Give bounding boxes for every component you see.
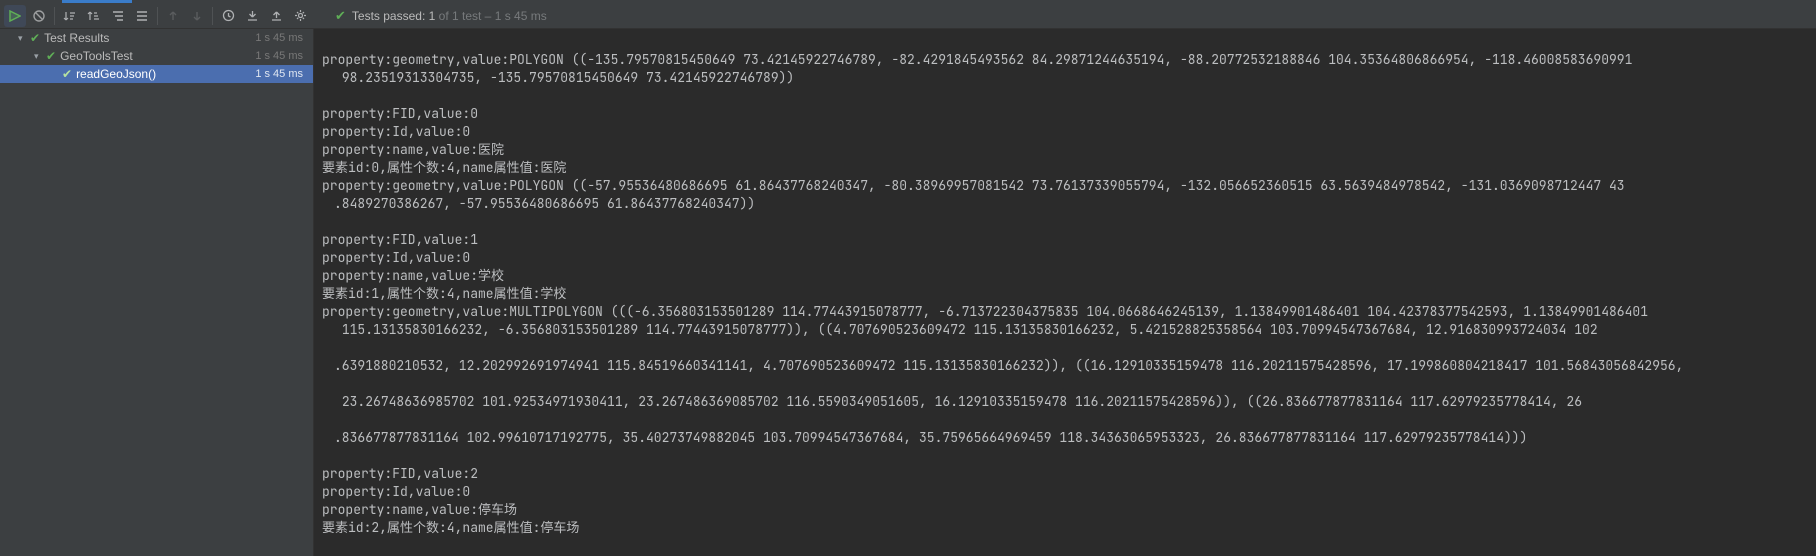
collapse-all-button[interactable] [131, 5, 153, 27]
console-line: property:geometry,value:MULTIPOLYGON (((… [322, 303, 1648, 320]
check-icon: ✔ [335, 8, 346, 24]
status-mid: of 1 test – [439, 9, 492, 23]
console-line: property:name,value:医院 [322, 141, 504, 158]
console-line: property:Id,value:0 [322, 123, 470, 140]
settings-button[interactable] [289, 5, 311, 27]
chevron-down-icon[interactable]: ▾ [18, 33, 30, 44]
console-line: 23.26748636985702 101.92534971930411, 23… [322, 393, 1808, 411]
tree-class-label: GeoToolsTest [60, 49, 255, 63]
stop-button[interactable] [28, 5, 50, 27]
test-status: ✔ Tests passed: 1 of 1 test – 1 s 45 ms [335, 8, 547, 24]
toolbar-separator [212, 7, 213, 25]
chevron-down-icon[interactable]: ▾ [34, 51, 46, 62]
status-count: 1 [429, 9, 436, 23]
tree-class-time: 1 s 45 ms [255, 50, 307, 62]
tree-method[interactable]: ✔ readGeoJson() 1 s 45 ms [0, 65, 313, 83]
console-line: property:name,value:学校 [322, 267, 504, 284]
test-history-button[interactable] [217, 5, 239, 27]
sort-up-button[interactable] [83, 5, 105, 27]
console-line: 要素id:0,属性个数:4,name属性值:医院 [322, 159, 566, 176]
status-time: 1 s 45 ms [495, 9, 547, 23]
console-line: property:name,value:停车场 [322, 501, 517, 518]
tree-root-label: Test Results [44, 31, 255, 45]
tree-method-time: 1 s 45 ms [255, 68, 307, 80]
console-output[interactable]: property:geometry,value:POLYGON ((-135.7… [314, 29, 1816, 556]
tree-method-label: readGeoJson() [76, 67, 255, 81]
console-line: 115.13135830166232, -6.356803153501289 1… [322, 321, 1808, 339]
console-line: property:geometry,value:POLYGON ((-57.95… [322, 177, 1625, 194]
console-line: property:FID,value:2 [322, 465, 478, 482]
test-toolbar: ✔ Tests passed: 1 of 1 test – 1 s 45 ms [0, 3, 1816, 29]
console-line: .8489270386267, -57.95536480686695 61.86… [322, 195, 1808, 213]
expand-all-button[interactable] [107, 5, 129, 27]
toolbar-separator [54, 7, 55, 25]
next-failed-button[interactable] [186, 5, 208, 27]
toolbar-separator [157, 7, 158, 25]
tree-class[interactable]: ▾ ✔ GeoToolsTest 1 s 45 ms [0, 47, 313, 65]
status-prefix: Tests passed: [352, 9, 425, 23]
console-line: .6391880210532, 12.202992691974941 115.8… [322, 357, 1808, 375]
check-icon: ✔ [62, 67, 72, 81]
console-line: property:FID,value:1 [322, 231, 478, 248]
sort-down-button[interactable] [59, 5, 81, 27]
console-line: property:geometry,value:POLYGON ((-135.7… [322, 51, 1632, 68]
test-tree[interactable]: ▾ ✔ Test Results 1 s 45 ms ▾ ✔ GeoToolsT… [0, 29, 314, 556]
rerun-tests-button[interactable] [4, 5, 26, 27]
console-line: 要素id:2,属性个数:4,name属性值:停车场 [322, 519, 579, 536]
console-line: property:Id,value:0 [322, 483, 470, 500]
export-tests-button[interactable] [265, 5, 287, 27]
check-icon: ✔ [46, 49, 56, 63]
console-line: 98.23519313304735, -135.79570815450649 7… [322, 69, 1808, 87]
console-line: property:FID,value:0 [322, 105, 478, 122]
prev-failed-button[interactable] [162, 5, 184, 27]
check-icon: ✔ [30, 31, 40, 45]
console-line: .836677877831164 102.99610717192775, 35.… [322, 429, 1808, 447]
tree-root-time: 1 s 45 ms [255, 32, 307, 44]
import-tests-button[interactable] [241, 5, 263, 27]
console-line: property:Id,value:0 [322, 249, 470, 266]
tree-root[interactable]: ▾ ✔ Test Results 1 s 45 ms [0, 29, 313, 47]
console-line: 要素id:1,属性个数:4,name属性值:学校 [322, 285, 566, 302]
